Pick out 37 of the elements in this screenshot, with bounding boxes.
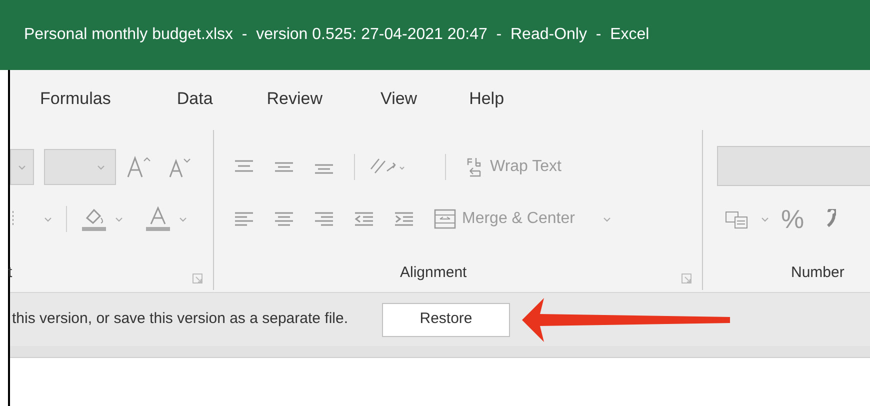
restore-button[interactable]: Restore [382, 302, 510, 336]
comma-style-icon[interactable] [826, 209, 836, 229]
dialog-launcher-icon[interactable] [681, 273, 692, 284]
caret-icon [602, 216, 611, 222]
align-top-icon[interactable] [234, 160, 254, 174]
ribbon-tab[interactable]: View [380, 86, 418, 112]
font-size-dropdown[interactable] [44, 149, 116, 185]
font-name-dropdown[interactable] [10, 149, 34, 185]
number-format-dropdown[interactable] [717, 146, 870, 186]
group-label: t [8, 262, 12, 282]
ribbon-tab[interactable]: Review [266, 86, 323, 112]
align-right-icon[interactable] [314, 212, 334, 226]
increase-indent-icon[interactable] [394, 212, 414, 226]
ribbon-tab[interactable]: Help [469, 86, 504, 112]
caret-icon [97, 164, 105, 170]
merge-cells-icon [434, 209, 456, 229]
ribbon-tab[interactable]: Formulas [40, 86, 111, 112]
caret-icon[interactable] [44, 216, 52, 222]
message-text: this version, or save this version as a separate file. [12, 309, 348, 330]
caret-icon [18, 164, 26, 170]
font-color-icon[interactable] [145, 206, 171, 232]
decrease-font-size-icon[interactable] [168, 156, 192, 178]
align-center-icon[interactable] [274, 212, 294, 226]
caret-icon[interactable] [761, 216, 769, 222]
caret-icon[interactable] [115, 216, 123, 222]
ribbon-tab[interactable]: Data [176, 86, 213, 112]
group-label: Number [791, 262, 844, 282]
window-title: Personal monthly budget.xlsx - version 0.525: 27-04-2021 20:47 - Read-Only - Excel [24, 25, 650, 45]
group-label: Alignment [400, 262, 467, 282]
accounting-format-icon[interactable] [725, 209, 749, 229]
align-left-icon[interactable] [234, 212, 254, 226]
dialog-launcher-icon[interactable] [192, 273, 203, 284]
align-middle-icon[interactable] [274, 160, 294, 174]
increase-font-size-icon[interactable] [126, 155, 152, 179]
decrease-indent-icon[interactable] [354, 212, 374, 226]
caret-icon[interactable] [179, 216, 187, 222]
fill-color-icon[interactable] [81, 206, 107, 232]
